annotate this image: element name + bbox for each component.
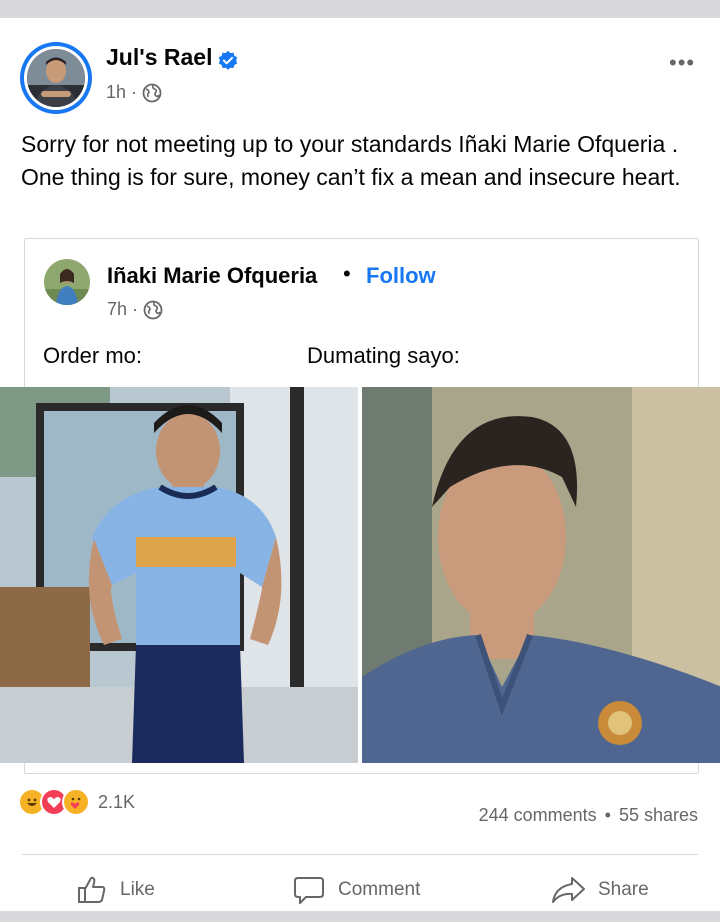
post-meta: 1h · [106, 82, 162, 103]
shared-photos [0, 387, 720, 763]
globe-icon [142, 83, 162, 102]
reaction-count[interactable]: 2.1K [98, 792, 135, 813]
shared-author-avatar[interactable] [44, 259, 90, 305]
post-text: Sorry for not meeting up to your standar… [21, 131, 681, 190]
follow-separator: • [343, 261, 351, 286]
stats-separator: • [604, 805, 611, 825]
shared-meta-separator: · [132, 299, 139, 319]
follow-button[interactable]: Follow [366, 263, 436, 289]
share-icon [552, 877, 585, 903]
author-name[interactable]: Jul's Rael [106, 44, 212, 71]
post-card: Jul's Rael 1h · ••• Sorry for not meetin… [0, 18, 720, 911]
photo-uniform-officer[interactable] [362, 387, 720, 763]
reactions-summary[interactable]: 2.1K [18, 788, 135, 816]
photo-uniform-shirt[interactable] [0, 387, 358, 763]
author-avatar[interactable] [20, 42, 92, 114]
comment-button[interactable]: Comment [292, 874, 420, 906]
comment-label: Comment [338, 879, 421, 900]
like-icon [78, 876, 106, 903]
comments-count[interactable]: 244 comments [479, 805, 597, 826]
caption-right: Dumating sayo: [307, 343, 460, 368]
shared-post-meta: 7h · [107, 299, 163, 320]
care-reaction-icon [62, 788, 90, 816]
meta-separator: · [131, 82, 138, 102]
like-button[interactable]: Like [76, 874, 155, 906]
verified-badge-icon [218, 50, 238, 70]
globe-icon [143, 300, 163, 319]
share-label: Share [598, 879, 649, 900]
like-label: Like [120, 879, 155, 900]
share-button[interactable]: Share [550, 874, 649, 906]
post-time[interactable]: 1h [106, 82, 126, 103]
post-stats: 244 comments • 55 shares [479, 805, 698, 826]
actions-divider [22, 854, 698, 855]
caption-left: Order mo: [43, 343, 143, 368]
shared-author-name[interactable]: Iñaki Marie Ofqueria [107, 263, 317, 289]
more-options-button[interactable]: ••• [669, 50, 695, 76]
shared-post-time[interactable]: 7h [107, 299, 127, 320]
author-photo [27, 49, 85, 107]
feed-separator [0, 911, 720, 922]
comment-icon [294, 877, 324, 904]
shares-count[interactable]: 55 shares [619, 805, 698, 826]
